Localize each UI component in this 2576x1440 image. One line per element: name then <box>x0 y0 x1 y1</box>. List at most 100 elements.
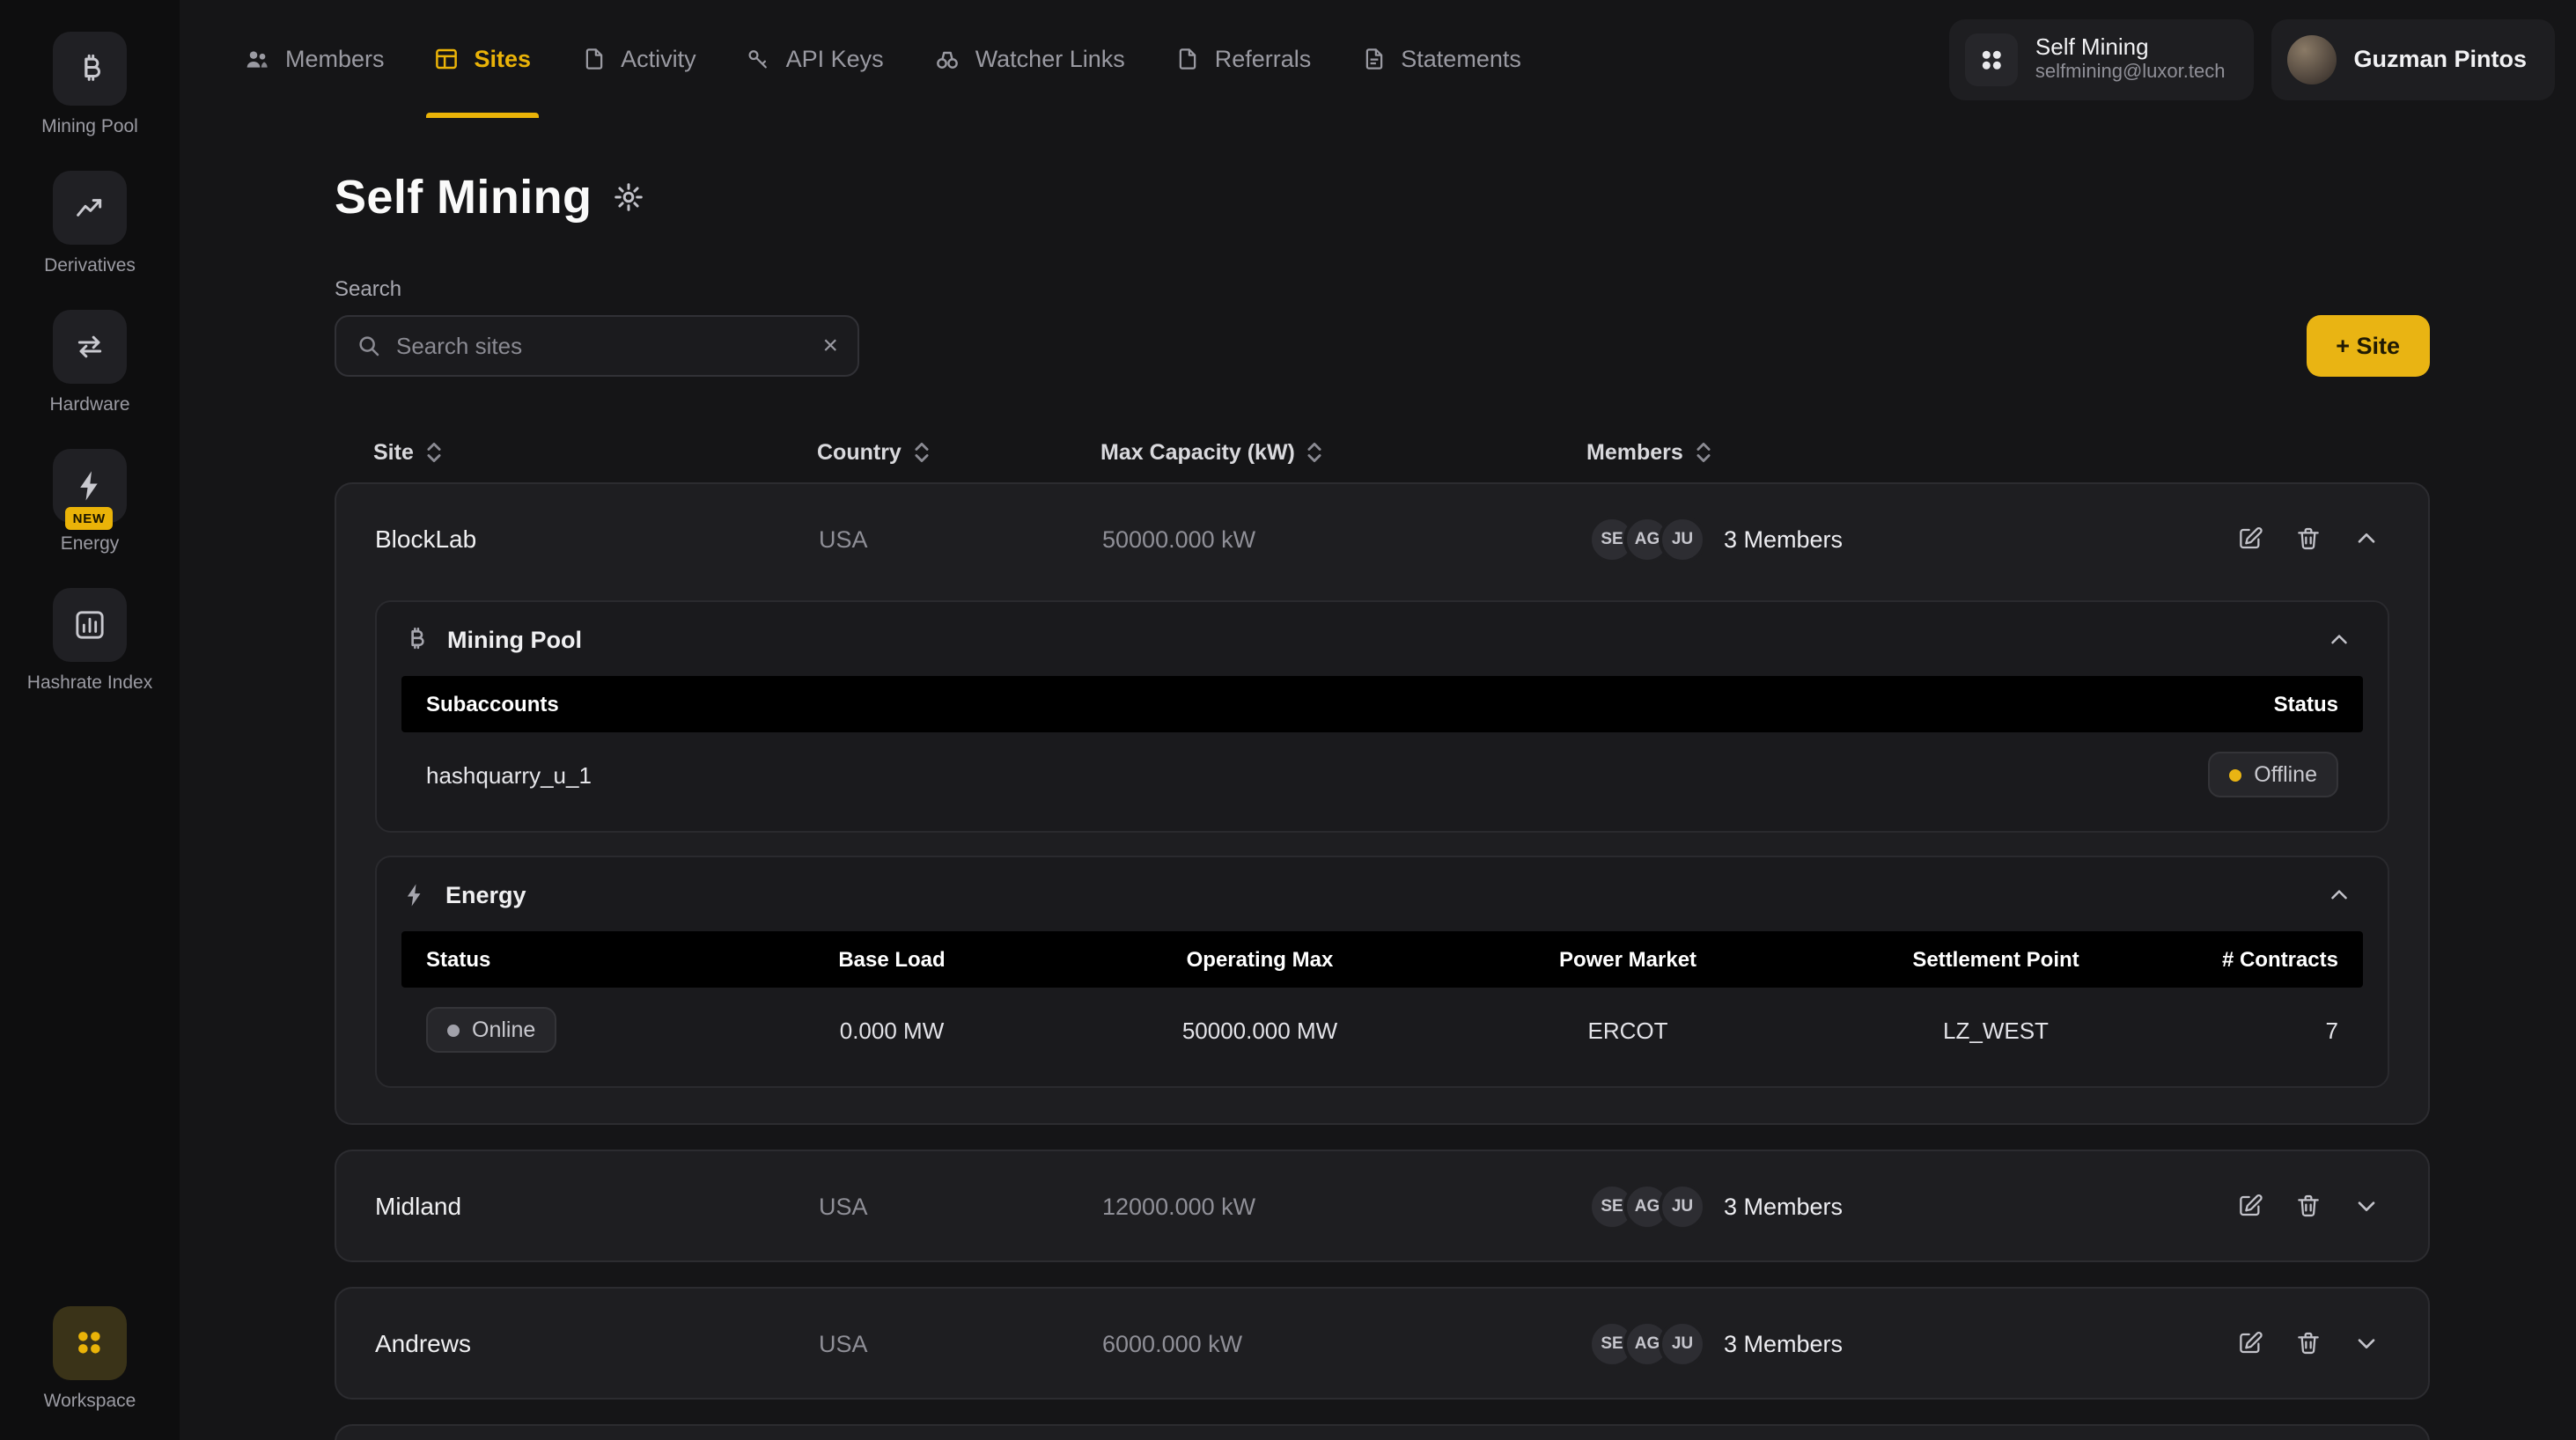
toolbar: Search × + Site <box>335 276 2430 377</box>
site-country: USA <box>819 1330 1102 1356</box>
workspace-dots-icon <box>1965 33 2018 85</box>
edit-button[interactable] <box>2226 1182 2273 1230</box>
tab-bar: Members Sites Activity <box>218 0 1546 118</box>
gear-icon[interactable] <box>613 181 644 213</box>
user-menu[interactable]: Guzman Pintos <box>2271 18 2555 99</box>
tab-watcher-links[interactable]: Watcher Links <box>909 0 1150 118</box>
edit-button[interactable] <box>2226 515 2273 562</box>
offline-dot-icon <box>2229 768 2241 781</box>
avatar-stack: SE AG JU <box>1588 1182 1706 1230</box>
chevron-down-icon <box>2352 1192 2380 1220</box>
edit-icon <box>2235 1329 2263 1357</box>
table-row-partial[interactable] <box>335 1424 2430 1440</box>
subaccount-row[interactable]: hashquarry_u_1 Offline <box>401 732 2363 817</box>
sidebar-item-label: Hashrate Index <box>27 673 152 694</box>
sidebar-item-hardware[interactable]: Hardware <box>49 310 129 415</box>
collapse-section-button[interactable] <box>2315 615 2363 663</box>
row-actions <box>2213 1319 2389 1367</box>
row-main[interactable]: Midland USA 12000.000 kW SE AG JU 3 Memb… <box>336 1151 2428 1260</box>
top-navigation: Members Sites Activity <box>180 0 2576 118</box>
column-label: Base Load <box>708 947 1076 972</box>
delete-button[interactable] <box>2284 1319 2331 1367</box>
avatar: JU <box>1659 515 1706 562</box>
workspace-name: Self Mining <box>2035 33 2226 62</box>
expand-row-button[interactable] <box>2342 1182 2389 1230</box>
column-label: Operating Max <box>1076 947 1444 972</box>
search-icon <box>356 333 382 359</box>
sidebar-item-mining-pool[interactable]: Mining Pool <box>41 32 138 137</box>
sidebar-item-energy[interactable]: NEW Energy <box>53 449 127 555</box>
column-header-members[interactable]: Members <box>1586 440 2215 465</box>
chevron-up-icon <box>2352 525 2380 553</box>
bar-chart-icon <box>53 589 127 663</box>
tab-referrals[interactable]: Referrals <box>1150 0 1336 118</box>
base-load: 0.000 MW <box>708 1017 1076 1043</box>
delete-button[interactable] <box>2284 515 2331 562</box>
subaccounts-header: Subaccounts Status <box>401 676 2363 732</box>
column-subaccounts: Subaccounts <box>426 692 559 716</box>
collapse-section-button[interactable] <box>2315 871 2363 918</box>
energy-row[interactable]: Online 0.000 MW 50000.000 MW ERCOT LZ_WE… <box>401 988 2363 1072</box>
search-box: × <box>335 315 859 377</box>
sidebar-item-hashrate-index[interactable]: Hashrate Index <box>27 589 152 694</box>
workspace-switcher[interactable]: Self Mining selfmining@luxor.tech <box>1949 18 2254 99</box>
tab-members[interactable]: Members <box>218 0 409 118</box>
page-title: Self Mining <box>335 170 592 224</box>
settlement-point: LZ_WEST <box>1812 1017 2180 1043</box>
members-cell: SE AG JU 3 Members <box>1588 515 2213 562</box>
sort-icon <box>424 440 444 465</box>
site-country: USA <box>819 525 1102 552</box>
trash-icon <box>2293 1329 2322 1357</box>
workspace-dots-icon <box>53 1306 127 1380</box>
people-icon <box>243 45 271 73</box>
row-main[interactable]: BlockLab USA 50000.000 kW SE AG JU 3 Mem… <box>336 484 2428 593</box>
add-site-button[interactable]: + Site <box>2306 315 2430 377</box>
column-label: Power Market <box>1444 947 1812 972</box>
members-cell: SE AG JU 3 Members <box>1588 1182 2213 1230</box>
clear-search-icon[interactable]: × <box>822 333 838 359</box>
document-icon <box>580 46 607 72</box>
site-country: USA <box>819 1193 1102 1219</box>
page-content: Self Mining Search × <box>180 118 2576 1440</box>
sites-table-icon <box>434 46 460 72</box>
column-header-country[interactable]: Country <box>817 440 1100 465</box>
column-status: Status <box>2274 692 2338 716</box>
tab-api-keys[interactable]: API Keys <box>721 0 909 118</box>
page-title-row: Self Mining <box>335 167 2430 227</box>
subaccount-name: hashquarry_u_1 <box>426 761 592 788</box>
avatar: JU <box>1659 1319 1706 1367</box>
members-cell: SE AG JU 3 Members <box>1588 1319 2213 1367</box>
energy-section-header[interactable]: Energy <box>377 857 2388 931</box>
edit-icon <box>2235 525 2263 553</box>
row-main[interactable]: Andrews USA 6000.000 kW SE AG JU 3 Membe… <box>336 1289 2428 1398</box>
search-input[interactable] <box>396 333 808 359</box>
sidebar-item-workspace[interactable]: Workspace <box>44 1306 136 1412</box>
energy-section: Energy Status Base Load Operating Max Po… <box>375 856 2389 1088</box>
mining-pool-section-header[interactable]: Mining Pool <box>377 602 2388 676</box>
collapse-row-button[interactable] <box>2342 515 2389 562</box>
site-capacity: 50000.000 kW <box>1102 525 1588 552</box>
tab-sites[interactable]: Sites <box>409 0 556 118</box>
members-count: 3 Members <box>1724 525 1843 552</box>
tab-label: Referrals <box>1215 46 1312 72</box>
search-label: Search <box>335 276 859 301</box>
mining-pool-section: Mining Pool Subaccounts Status hashquarr… <box>375 600 2389 833</box>
avatar: JU <box>1659 1182 1706 1230</box>
tab-statements[interactable]: Statements <box>1336 0 1546 118</box>
user-name: Guzman Pintos <box>2353 46 2527 72</box>
column-label: # Contracts <box>2180 947 2338 972</box>
search-block: Search × <box>335 276 859 377</box>
tab-activity[interactable]: Activity <box>556 0 721 118</box>
sort-icon <box>912 440 931 465</box>
sidebar-item-derivatives[interactable]: Derivatives <box>44 171 136 276</box>
edit-button[interactable] <box>2226 1319 2273 1367</box>
expand-row-button[interactable] <box>2342 1319 2389 1367</box>
sidebar-item-label: Energy <box>61 533 120 555</box>
chart-trend-icon <box>53 171 127 245</box>
column-header-site[interactable]: Site <box>373 440 817 465</box>
column-header-capacity[interactable]: Max Capacity (kW) <box>1100 440 1586 465</box>
site-name: Andrews <box>375 1329 819 1357</box>
delete-button[interactable] <box>2284 1182 2331 1230</box>
table-row-andrews: Andrews USA 6000.000 kW SE AG JU 3 Membe… <box>335 1287 2430 1400</box>
column-label: Max Capacity (kW) <box>1100 440 1295 465</box>
